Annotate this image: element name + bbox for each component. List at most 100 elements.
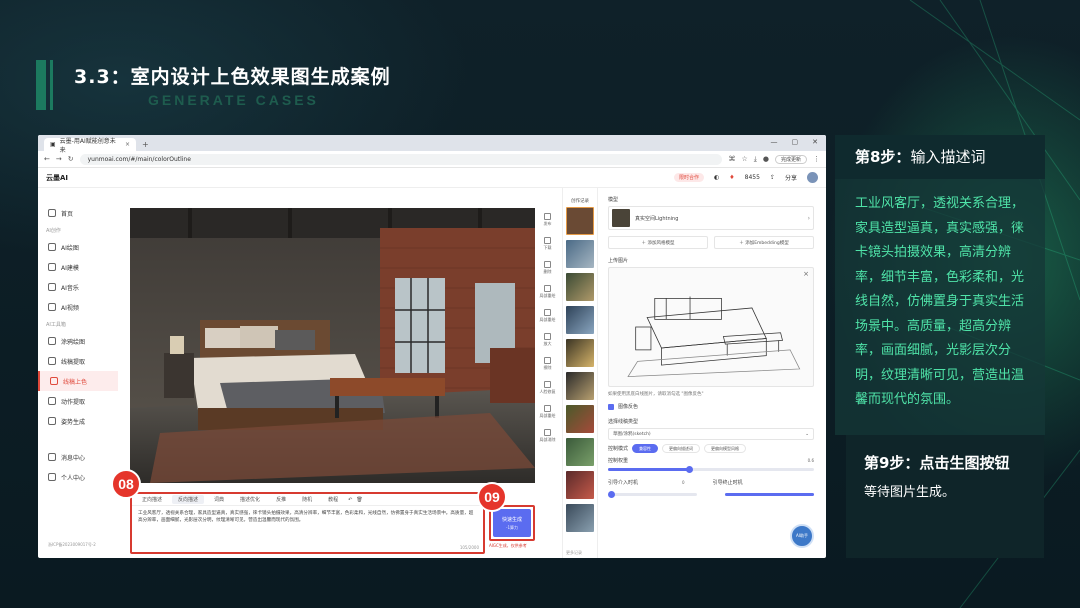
remove-image-icon[interactable]: × [803, 270, 809, 278]
clear-icon[interactable]: 🗑 [356, 497, 362, 503]
history-thumb[interactable] [566, 273, 594, 301]
control-weight-slider[interactable] [608, 466, 814, 473]
menu-dots-icon[interactable]: ⋮ [813, 155, 820, 163]
add-style-model-button[interactable]: ＋ 添加风格模型 [608, 236, 708, 249]
download-icon [544, 237, 551, 244]
update-button[interactable]: 完成更新 [774, 154, 807, 164]
tab-close-icon[interactable]: × [125, 141, 130, 148]
tab-negative-prompt[interactable]: 反向描述 [172, 495, 205, 504]
chevron-down-icon: ⌄ [805, 431, 809, 437]
history-thumb[interactable] [566, 240, 594, 268]
app-logo[interactable]: 云墨AI [46, 173, 68, 183]
tab-reverse[interactable]: 反推 [270, 495, 292, 504]
model-selector[interactable]: 真实空间Lightning › [608, 206, 814, 230]
tab-positive-prompt[interactable]: 正向描述 [136, 495, 168, 504]
url-input[interactable]: yunmoai.com/#/main/colorOutline [79, 153, 723, 165]
browser-tab[interactable]: ▣ 云墨-用AI赋能创意未来 × [44, 138, 136, 154]
promo-badge[interactable]: 限时合作 [674, 173, 705, 182]
tab-tutorial[interactable]: 教程 [322, 495, 344, 504]
undo-icon[interactable]: ↶ [348, 497, 352, 503]
sidebar-item-ai-model[interactable]: AI建模 [38, 257, 118, 277]
history-panel: 创作记录 更多记录 [562, 188, 598, 558]
sidebar-item-line-extract[interactable]: 线稿提取 [38, 351, 118, 371]
step-8-heading: 第8步：输入描述词 [835, 135, 1045, 179]
theme-toggle-icon[interactable]: ◐ [714, 174, 719, 181]
history-more-link[interactable]: 更多记录 [566, 550, 582, 556]
forward-icon[interactable]: → [56, 155, 62, 163]
new-tab-button[interactable]: + [136, 140, 155, 151]
publish-tool[interactable]: 发布 [538, 208, 557, 232]
close-window-icon[interactable]: ✕ [812, 138, 818, 146]
sidebar-item-profile[interactable]: 个人中心 [38, 467, 118, 487]
download-tool[interactable]: 下载 [538, 232, 557, 256]
delete-tool[interactable]: 删除 [538, 256, 557, 280]
face-fix-tool[interactable]: 人脸修复 [538, 376, 557, 400]
control-mode-model[interactable]: 更偏向模型风格 [704, 444, 747, 453]
upscale-tool[interactable]: 放大 [538, 328, 557, 352]
sidebar-item-ai-music[interactable]: AI音乐 [38, 277, 118, 297]
back-icon[interactable]: ← [44, 155, 50, 163]
address-bar: ← → ↻ yunmoai.com/#/main/colorOutline ⌘ … [38, 151, 826, 168]
user-avatar[interactable] [807, 172, 818, 183]
upload-area[interactable]: × [608, 267, 814, 387]
bookmark-star-icon[interactable]: ☆ [741, 155, 747, 163]
window-controls: — ▢ ✕ [771, 138, 819, 146]
history-thumb[interactable] [566, 339, 594, 367]
step-9-panel: 第9步：点击生图按钮 等待图片生成。 [846, 435, 1044, 558]
history-thumb[interactable] [566, 207, 594, 235]
prompt-tabs: 正向描述 反向描述 词典 描述优化 反推 随机 教程 ↶ 🗑 [132, 494, 483, 506]
line-type-label: 选择线稿类型 [608, 419, 639, 425]
sidebar-item-home[interactable]: 首页 [38, 203, 118, 223]
tab-optimize[interactable]: 描述优化 [234, 495, 266, 504]
add-embedding-button[interactable]: ＋ 添加Embedding模型 [714, 236, 814, 249]
profile-icon[interactable]: ● [763, 155, 769, 163]
ai-assistant-button[interactable]: AI助手 [790, 524, 814, 548]
guide-start-value[interactable]: 0 [682, 480, 685, 485]
tab-random[interactable]: 随机 [296, 495, 318, 504]
control-mode-balanced[interactable]: 兼容性 [632, 444, 659, 453]
translate-icon[interactable]: ⌘ [728, 155, 735, 163]
sidebar-item-line-color[interactable]: 线稿上色 [38, 371, 118, 391]
reload-icon[interactable]: ↻ [68, 155, 74, 163]
sidebar-item-doodle[interactable]: 涂鸦绘图 [38, 331, 118, 351]
sidebar-item-pose-generate[interactable]: 姿势生成 [38, 411, 118, 431]
control-mode-prompt[interactable]: 更偏向描述词 [662, 444, 701, 453]
history-thumb[interactable] [566, 504, 594, 532]
step-9-heading: 第9步：点击生图按钮 [864, 454, 1010, 472]
tab-dictionary[interactable]: 词典 [208, 495, 230, 504]
share-icon[interactable]: ⇪ [770, 174, 775, 181]
history-thumb[interactable] [566, 438, 594, 466]
maximize-icon[interactable]: ▢ [792, 138, 799, 146]
inpaint-icon [544, 285, 551, 292]
image-canvas[interactable] [130, 208, 535, 483]
generate-button[interactable]: 快速生成 -1算力 [493, 509, 531, 537]
control-weight-value[interactable]: 0.6 [808, 458, 814, 463]
minimize-icon[interactable]: — [771, 138, 778, 146]
history-thumb[interactable] [566, 306, 594, 334]
inpaint-tool[interactable]: 局部重绘 [538, 280, 557, 304]
video-icon [48, 303, 56, 311]
local-redraw-tool[interactable]: 局部重绘 [538, 400, 557, 424]
erase-tool[interactable]: 擦除 [538, 352, 557, 376]
bell-icon [48, 453, 56, 461]
step-8-panel: 第8步：输入描述词 工业风客厅，透视关系合理，家具造型逼真，真实感强，徕卡镜头拍… [835, 135, 1045, 435]
sidebar-item-messages[interactable]: 消息中心 [38, 447, 118, 467]
invert-checkbox[interactable] [608, 403, 614, 410]
sidebar-item-pose-extract[interactable]: 动作提取 [38, 391, 118, 411]
history-thumb[interactable] [566, 405, 594, 433]
redraw-tool[interactable]: 局部重绘 [538, 304, 557, 328]
guide-start-slider[interactable] [608, 491, 697, 498]
credits-count: 8455 [744, 174, 760, 181]
download-icon[interactable]: ⤓ [754, 155, 757, 164]
prompt-textarea[interactable]: 工业风客厅，透视关系合理，家具造型逼真，真实感强，徕卡镜头拍摄效果，高清分辨率，… [132, 506, 483, 528]
history-thumb[interactable] [566, 372, 594, 400]
prompt-char-count: 105/2000 [459, 545, 479, 550]
history-thumb[interactable] [566, 471, 594, 499]
line-type-select[interactable]: 草图/涂鸦(sketch) ⌄ [608, 428, 814, 440]
music-icon [48, 283, 56, 291]
sidebar-item-ai-video[interactable]: AI视频 [38, 297, 118, 317]
local-remove-tool[interactable]: 局部消除 [538, 424, 557, 448]
share-label[interactable]: 分享 [785, 173, 797, 182]
sidebar-item-ai-draw[interactable]: AI绘图 [38, 237, 118, 257]
guide-end-slider[interactable] [725, 493, 814, 496]
